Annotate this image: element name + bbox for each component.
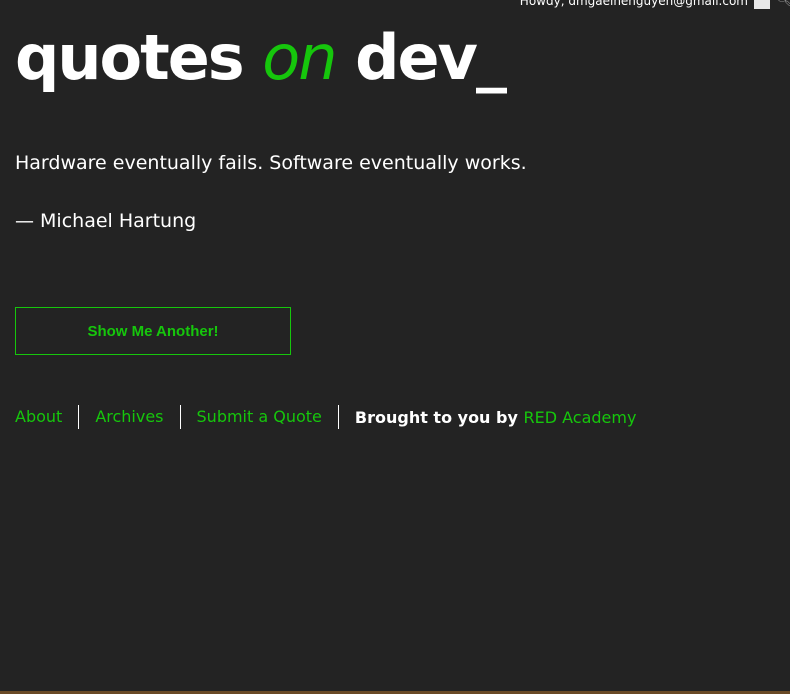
admin-greeting[interactable]: Howdy, dmgaeinenguyen@gmail.com bbox=[520, 0, 748, 8]
credit-link-red-academy[interactable]: RED Academy bbox=[523, 408, 636, 427]
footer-link-about[interactable]: About bbox=[15, 405, 78, 429]
footer-credit: Brought to you by RED Academy bbox=[339, 408, 637, 427]
footer-link-submit[interactable]: Submit a Quote bbox=[181, 405, 338, 429]
quote-text: Hardware eventually fails. Software even… bbox=[15, 152, 527, 174]
avatar-icon[interactable] bbox=[754, 0, 770, 9]
credit-prefix: Brought to you by bbox=[354, 407, 524, 427]
footer-link-archives[interactable]: Archives bbox=[79, 405, 179, 429]
logo-quotes: quotes bbox=[15, 21, 263, 94]
site-logo[interactable]: quotes on dev_ bbox=[15, 18, 507, 98]
quote-author: — Michael Hartung bbox=[15, 210, 197, 232]
logo-dev: dev_ bbox=[335, 21, 507, 94]
logo-on: on bbox=[262, 21, 337, 94]
footer-nav: About Archives Submit a Quote Brought to… bbox=[15, 404, 636, 430]
show-another-button[interactable]: Show Me Another! bbox=[15, 307, 291, 355]
admin-bar: Howdy, dmgaeinenguyen@gmail.com 🔍︎ bbox=[520, 0, 790, 9]
search-icon[interactable]: 🔍︎ bbox=[776, 0, 790, 8]
